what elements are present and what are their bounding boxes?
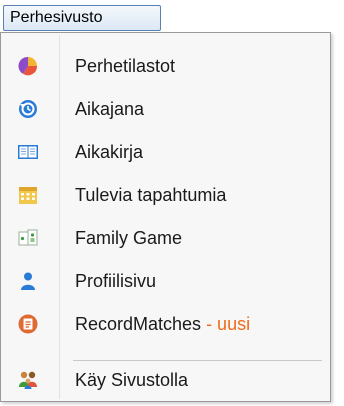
record-icon [18,314,38,334]
game-card-icon [18,229,38,246]
menu-item-label: Tulevia tapahtumia [75,185,227,205]
menu-item-tulevia-tapahtumia[interactable]: Tulevia tapahtumia [3,176,329,214]
menu-item-label: RecordMatches - uusi [75,305,250,343]
menu-item-label: Profiilisivu [75,271,157,291]
menu-item-label: Perhetilastot [75,56,176,76]
perhesivusto-dropdown-menu: Perhetilastot Aikajana Aikakirja Tulevia… [0,32,331,402]
calendar-icon [19,187,37,204]
perhesivusto-menu-button[interactable]: Perhesivusto [3,5,161,31]
menu-item-label: Aikajana [75,99,145,119]
pie-chart-icon [18,56,38,76]
recordmatches-label: RecordMatches [75,314,202,334]
family-icon [19,371,37,389]
menu-item-aikakirja[interactable]: Aikakirja [3,133,329,171]
menu-item-profiilisivu[interactable]: Profiilisivu [3,262,329,300]
menu-item-label: Aikakirja [75,142,144,162]
menu-item-kay-sivustolla[interactable]: Käy Sivustolla [3,361,329,399]
menu-item-aikajana[interactable]: Aikajana [3,90,329,128]
book-icon [18,145,38,159]
timeline-icon [19,100,37,118]
new-badge: - uusi [201,314,251,334]
menu-button-label: Perhesivusto [10,9,103,26]
menu-item-recordmatches[interactable]: RecordMatches - uusi [3,305,329,343]
menu-item-label: Käy Sivustolla [75,370,189,390]
menu-item-label: Family Game [75,228,183,248]
person-icon [21,272,35,290]
menu-item-family-game[interactable]: Family Game [3,219,329,257]
menu-item-perhetilastot[interactable]: Perhetilastot [3,47,329,85]
